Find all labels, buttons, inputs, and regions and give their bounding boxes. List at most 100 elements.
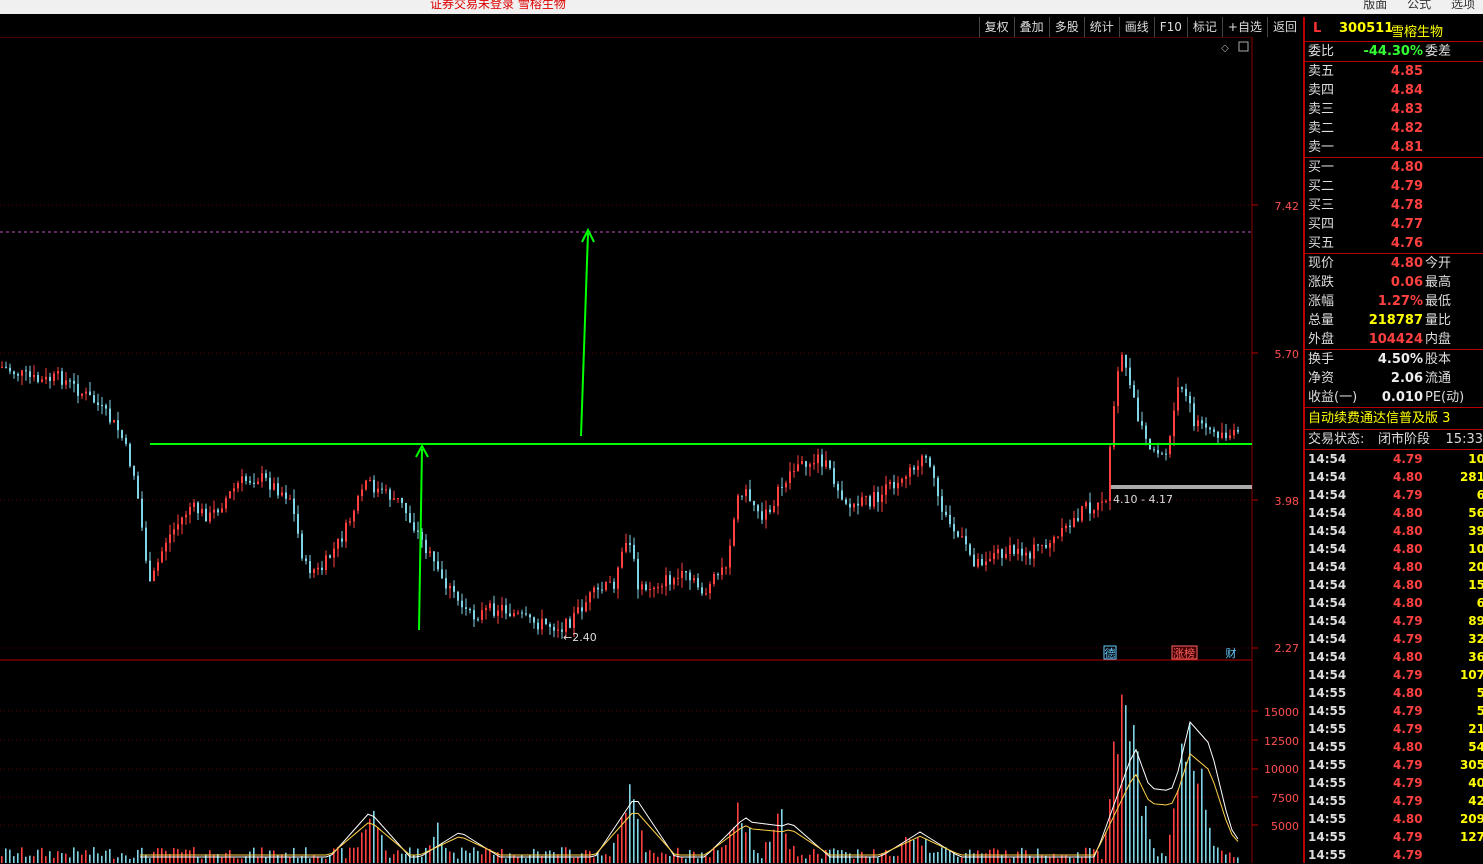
candle-body — [1077, 518, 1079, 521]
order-row: 卖一 4.81 — [1308, 140, 1423, 155]
multi-stock-button[interactable]: 多股 — [1048, 17, 1084, 37]
candle-body — [1021, 548, 1023, 556]
candle-body — [1221, 432, 1223, 438]
candle-body — [765, 509, 767, 520]
candle-body — [1233, 430, 1235, 436]
renewal-notice[interactable]: 自动续费通达信普及版 3 — [1305, 408, 1483, 430]
volume-bar — [397, 850, 399, 863]
candle-body — [825, 460, 827, 467]
volume-bar — [181, 852, 183, 863]
volume-bar — [73, 847, 75, 863]
candle-body — [49, 376, 51, 381]
candle-body — [457, 591, 459, 601]
volume-bar — [1069, 857, 1071, 863]
candle-body — [597, 587, 599, 590]
stat-row: 收益(一) 0.010 PE(动) — [1308, 390, 1465, 405]
candle-body — [385, 489, 387, 491]
candle-body — [881, 494, 883, 503]
tick-list[interactable]: 14:54 4.79 10 14:54 4.80 281 14:54 4.79 6 14:54 4.… — [1305, 450, 1483, 864]
volume-bar — [1221, 850, 1223, 863]
volume-bar — [1077, 852, 1079, 863]
candle-body — [417, 530, 419, 532]
volume-bar — [81, 854, 83, 863]
candle-body — [429, 551, 431, 554]
candle-body — [589, 592, 591, 603]
volume-bar — [421, 856, 423, 863]
candle-body — [1177, 387, 1179, 411]
candle-body — [849, 503, 851, 508]
candle-body — [17, 373, 19, 376]
candle-body — [305, 558, 307, 562]
candle-body — [985, 561, 987, 566]
candle-body — [525, 613, 527, 615]
volume-bar — [289, 857, 291, 863]
volume-bar — [741, 823, 743, 863]
chart-toolbar: 复权 叠加 多股 统计 画线 F10 标记 +自选 返回 — [0, 17, 1302, 37]
stock-code[interactable]: 300511 — [1339, 21, 1393, 36]
candle-body — [833, 468, 835, 484]
event-marker-de[interactable]: 德 — [1103, 645, 1117, 660]
candle-body — [81, 393, 83, 396]
volume-bar — [157, 848, 159, 863]
f10-button[interactable]: F10 — [1153, 17, 1187, 37]
menu-layout[interactable]: 版面 — [1363, 0, 1387, 11]
mark-button[interactable]: 标记 — [1186, 17, 1222, 37]
volume-bar — [277, 854, 279, 863]
statistics-button[interactable]: 统计 — [1083, 17, 1119, 37]
candle-body — [1041, 544, 1043, 546]
volume-bar — [817, 853, 819, 863]
volume-bar — [101, 855, 103, 863]
stock-header: L 300511 雪榕生物 — [1305, 17, 1483, 42]
candle-body — [437, 561, 439, 570]
volume-bar — [1009, 858, 1011, 863]
kline-chart[interactable]: 7.42 5.70 3.98 2.27 15000 12500 10000 75… — [0, 37, 1302, 863]
volume-bar — [197, 856, 199, 863]
candle-body — [173, 529, 175, 535]
candle-body — [573, 613, 575, 628]
candle-body — [245, 476, 247, 482]
candle-body — [169, 534, 171, 543]
stock-name[interactable]: 雪榕生物 — [1391, 21, 1443, 40]
candle-body — [829, 460, 831, 469]
menu-formula[interactable]: 公式 — [1407, 0, 1431, 11]
volume-bar — [493, 854, 495, 863]
candle-body — [969, 544, 971, 555]
volume-bar — [1229, 852, 1231, 863]
chart-corner-icons[interactable]: ◇ — [1221, 41, 1249, 54]
volume-bar — [1001, 854, 1003, 863]
volume-bar — [1205, 809, 1207, 863]
event-marker-zhangbang[interactable]: 涨榜 — [1171, 645, 1198, 660]
candle-body — [1017, 548, 1019, 554]
candle-body — [513, 613, 515, 617]
volume-bar — [1149, 839, 1151, 863]
volume-bar — [969, 849, 971, 863]
volume-bar — [49, 851, 51, 863]
candle-body — [653, 587, 655, 589]
volume-bar — [53, 857, 55, 863]
event-marker-cai[interactable]: 财 — [1226, 646, 1237, 660]
candle-body — [25, 370, 27, 372]
candle-body — [293, 498, 295, 514]
menu-options[interactable]: 选项 — [1451, 0, 1475, 11]
back-button[interactable]: 返回 — [1266, 17, 1302, 37]
volume-bar — [749, 827, 751, 863]
stat-row: 总量 218787 量比 — [1308, 313, 1452, 328]
draw-line-button[interactable]: 画线 — [1118, 17, 1154, 37]
volume-bar — [1113, 741, 1115, 863]
volume-bar — [1217, 847, 1219, 863]
volume-bar — [857, 849, 859, 863]
candle-body — [373, 479, 375, 493]
tick-row: 14:54 4.80 36 — [1308, 650, 1483, 664]
add-watchlist-button[interactable]: +自选 — [1221, 17, 1267, 37]
candle-body — [921, 455, 923, 467]
overlay-button[interactable]: 叠加 — [1013, 17, 1049, 37]
candle-body — [137, 475, 139, 499]
volume-tick-label: 7500 — [1271, 792, 1299, 805]
tick-row: 14:55 4.80 209 — [1308, 812, 1483, 826]
candle-body — [1165, 453, 1167, 455]
candle-body — [97, 402, 99, 405]
fuquan-button[interactable]: 复权 — [978, 17, 1014, 37]
candle-body — [397, 497, 399, 499]
volume-bar — [745, 832, 747, 863]
candle-body — [581, 607, 583, 612]
